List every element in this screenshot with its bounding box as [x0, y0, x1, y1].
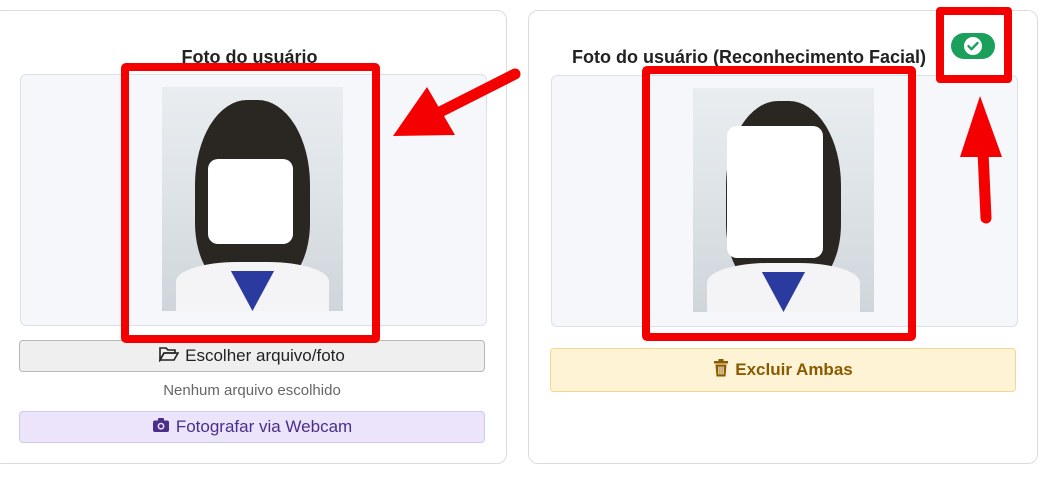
- annotation-arrow-up: [960, 96, 1002, 224]
- annotation-arrow-left: [393, 68, 521, 136]
- annotation-arrows: [393, 68, 1002, 224]
